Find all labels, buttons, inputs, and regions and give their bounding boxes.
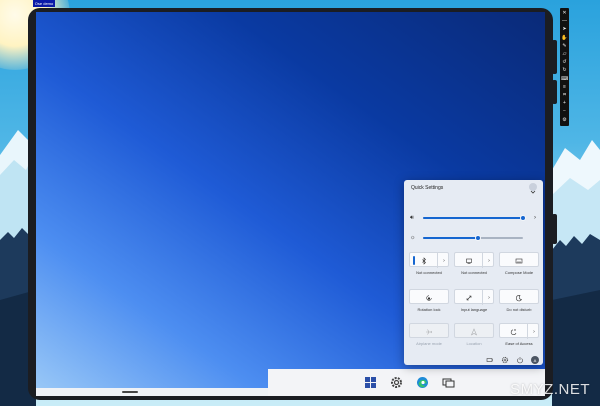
start-icon[interactable] [364,376,377,389]
device-screen: Quick Settings 🔊︎ › ☼ › Not connected › Not… [36,12,545,396]
tile-label-rotation-lock: Rotation lock [417,307,441,312]
tile-label-ease-of-access: Ease of Access [505,341,533,346]
power-button [552,80,557,104]
network-icon [455,253,482,268]
tile-do-not-disturb[interactable] [499,289,539,304]
edge-icon[interactable] [416,376,429,389]
watermark: SMYZ.NET [510,381,590,398]
user-avatar-icon[interactable]: A [531,356,539,364]
pointer-icon[interactable]: ➤ [561,26,568,33]
menu-icon[interactable]: ≡ [561,84,568,91]
home-indicator[interactable] [122,391,138,393]
rotate-right-icon[interactable]: ↻ [561,67,568,74]
speaker-icon: 🔊︎ [410,215,414,221]
keyboard-icon[interactable]: ⌨ [561,76,568,83]
rotate-left-icon[interactable]: ↺ [561,59,568,66]
tile-bluetooth[interactable]: › [409,252,450,268]
settings-icon[interactable] [501,356,509,364]
volume-slider[interactable] [423,214,526,221]
input-language-icon [455,290,482,305]
chevron-right-icon[interactable]: › [527,324,540,339]
compose-mode-icon [500,253,538,268]
volume-thumb[interactable] [520,214,526,221]
volume-fill [423,217,523,219]
settings-icon[interactable]: ⚙ [561,117,568,124]
chevron-right-icon[interactable]: › [482,290,495,305]
quick-settings-title: Quick Settings [411,185,444,191]
tile-label-do-not-disturb: Do not disturb [506,307,532,312]
zoom-out-icon[interactable]: − [561,108,568,115]
chevron-down-icon [530,190,536,194]
brightness-thumb[interactable] [475,234,481,241]
tile-label-compose-mode: Compose Mode [504,270,534,275]
pan-icon[interactable]: ✋ [561,35,568,42]
tile-label-network: Not connected [461,270,487,275]
brightness-icon: ☼ [410,235,416,241]
chevron-right-icon[interactable]: › [482,253,495,268]
brightness-fill [423,237,478,239]
moon-icon [500,290,538,305]
demo-badge: Ose demo [33,0,55,7]
taskbar [268,369,545,396]
side-button [552,214,557,244]
volume-slider-row: 🔊︎ › [410,214,538,222]
tile-network[interactable]: › [454,252,495,268]
settings-icon[interactable] [390,376,403,389]
chevron-right-icon[interactable]: › [437,253,450,268]
tile-location [454,323,494,338]
tile-label-location: Location [466,341,482,346]
quick-settings-panel: Quick Settings 🔊︎ › ☼ › Not connected › Not… [404,180,543,365]
tile-input-language[interactable]: › [454,289,495,305]
brightness-slider-row: ☼ [410,234,538,242]
chevron-right-icon[interactable]: › [534,214,536,222]
airplane-icon [410,324,448,339]
active-indicator [413,256,415,265]
collapse-button[interactable] [529,183,537,194]
tile-label-airplane-mode: Airplane mode [416,341,442,346]
pen-icon[interactable]: ✎ [561,43,568,50]
zoom-in-icon[interactable]: + [561,100,568,107]
ease-of-access-icon [500,324,527,339]
battery-icon[interactable] [486,356,494,364]
tile-label-input-language: Input language [460,307,488,312]
tile-label-bluetooth: Not connected [416,270,442,275]
close-icon[interactable]: ✕ [561,10,568,17]
emulator-toolbar: ✕ — ➤ ✋ ✎ ▱ ↺ ↻ ⌨ ≡ ⌗ + − ⚙ [560,8,569,126]
tile-airplane-mode [409,323,449,338]
minimize-icon[interactable]: — [561,18,568,25]
tile-compose-mode[interactable] [499,252,539,267]
rotation-lock-icon [410,290,448,305]
screenshot-icon[interactable]: ⌗ [561,92,568,99]
task-view-icon[interactable] [442,376,455,389]
quick-settings-footer: A [404,356,543,365]
power-icon[interactable] [516,356,524,364]
brightness-slider[interactable] [423,234,523,241]
eraser-icon[interactable]: ▱ [561,51,568,58]
tile-rotation-lock[interactable] [409,289,449,304]
tile-ease-of-access[interactable]: › [499,323,540,339]
gesture-area [36,388,268,396]
volume-button [552,40,557,74]
location-icon [455,324,493,339]
